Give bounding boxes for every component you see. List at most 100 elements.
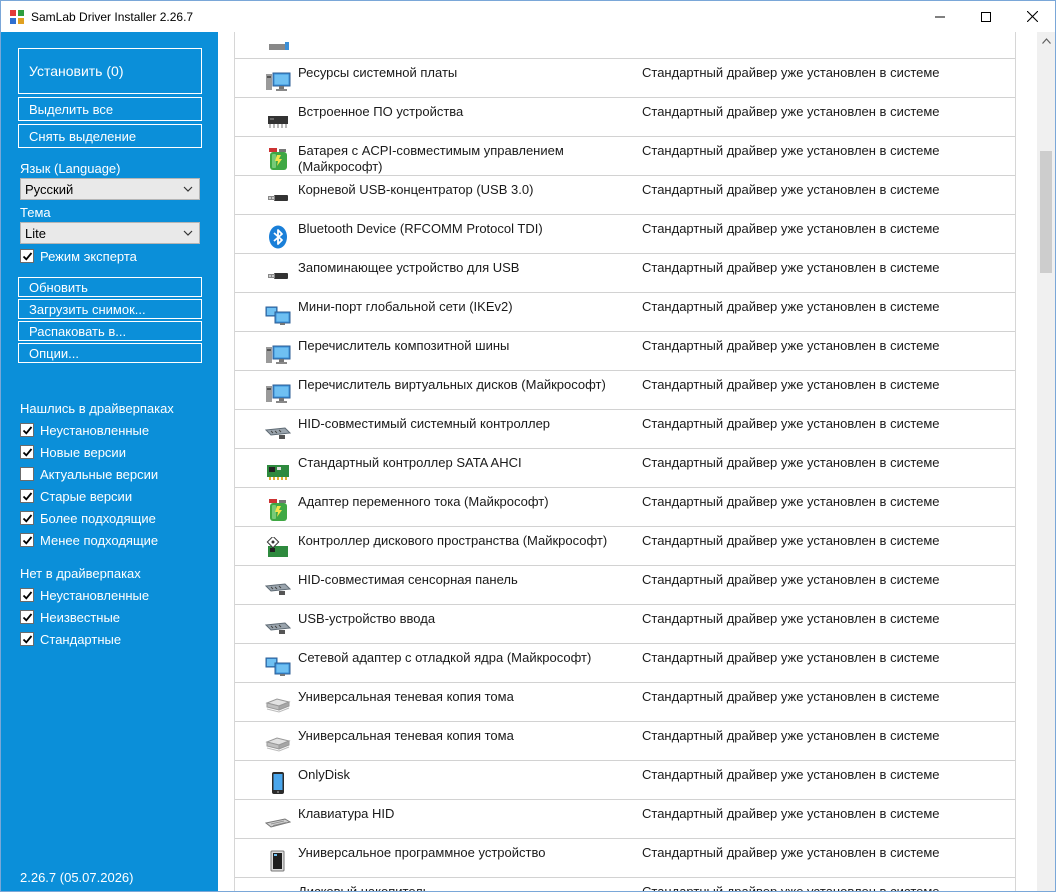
device-name: Ресурсы системной платы xyxy=(298,65,458,80)
found-filter-label: Старые версии xyxy=(40,488,133,504)
theme-value: Lite xyxy=(25,225,46,241)
language-select[interactable]: Русский xyxy=(20,178,200,200)
device-row[interactable]: HID-совместимый системный контроллер Стан… xyxy=(235,410,1015,449)
device-row[interactable]: Перечислитель виртуальных дисков (Майкро… xyxy=(235,371,1015,410)
device-row[interactable]: Универсальная теневая копия тома Стандарт… xyxy=(235,683,1015,722)
device-row[interactable]: Перечислитель композитной шины Стандартны… xyxy=(235,332,1015,371)
window-controls xyxy=(917,1,1055,32)
usb-icon xyxy=(265,264,291,288)
battery-icon xyxy=(265,498,291,522)
device-row[interactable]: OnlyDisk Стандартный драйвер уже установл… xyxy=(235,761,1015,800)
device-row[interactable]: Клавиатура HID Стандартный драйвер уже ус… xyxy=(235,800,1015,839)
checkmark-icon xyxy=(22,514,33,523)
device-row[interactable]: Сетевой адаптер с отладкой ядра (Майкрос… xyxy=(235,644,1015,683)
notfound-filter-checkbox-0[interactable]: Неустановленные xyxy=(20,586,149,604)
computer-icon xyxy=(265,69,291,93)
device-row[interactable]: USB-устройство ввода Стандартный драйвер … xyxy=(235,605,1015,644)
device-status: Стандартный драйвер уже установлен в сис… xyxy=(642,104,940,119)
device-status: Стандартный драйвер уже установлен в сис… xyxy=(642,572,940,587)
install-button[interactable]: Установить (0) xyxy=(18,48,202,94)
checkbox-box[interactable] xyxy=(20,511,34,525)
found-filter-checkbox-0[interactable]: Неустановленные xyxy=(20,421,149,439)
found-filter-checkbox-1[interactable]: Новые версии xyxy=(20,443,126,461)
device-row[interactable]: Контроллер дискового пространства (Майкр… xyxy=(235,527,1015,566)
device-row[interactable]: Адаптер переменного тока (Майкрософт) Ста… xyxy=(235,488,1015,527)
device-name: Адаптер переменного тока (Майкрософт) xyxy=(298,494,549,509)
checkbox-box[interactable] xyxy=(20,533,34,547)
found-in-driverpacks-header: Нашлись в драйверпаках xyxy=(20,401,174,416)
chip-icon xyxy=(265,108,291,132)
chevron-up-icon xyxy=(1041,37,1051,44)
notfound-filter-checkbox-2[interactable]: Стандартные xyxy=(20,630,121,648)
checkbox-box[interactable] xyxy=(20,588,34,602)
device-name: USB-устройство ввода xyxy=(298,611,436,626)
notfound-filter-label: Неизвестные xyxy=(40,609,121,625)
device-name: Клавиатура HID xyxy=(298,806,395,821)
device-row[interactable]: Универсальное программное устройство Стан… xyxy=(235,839,1015,878)
usb-icon xyxy=(265,186,291,210)
checkbox-box[interactable] xyxy=(20,489,34,503)
device-row[interactable]: Запоминающее устройство для USB Стандартн… xyxy=(235,254,1015,293)
device-row[interactable]: Встроенное ПО устройства Стандартный драй… xyxy=(235,98,1015,137)
checkmark-icon xyxy=(22,536,33,545)
device-name: Универсальная теневая копия тома xyxy=(298,728,514,743)
found-filter-checkbox-5[interactable]: Менее подходящие xyxy=(20,531,158,549)
checkbox-box[interactable] xyxy=(20,249,34,263)
scroll-up-button[interactable] xyxy=(1037,32,1055,49)
checkbox-box[interactable] xyxy=(20,467,34,481)
checkbox-box[interactable] xyxy=(20,610,34,624)
device-status: Стандартный драйвер уже установлен в сис… xyxy=(642,884,940,892)
device-row[interactable]: Ресурсы системной платы Стандартный драйв… xyxy=(235,59,1015,98)
device-row[interactable]: Корневой USB-концентратор (USB 3.0) Станд… xyxy=(235,176,1015,215)
refresh-button[interactable]: Обновить xyxy=(18,277,202,297)
device-list: Ресурсы системной платы Стандартный драйв… xyxy=(235,32,1015,892)
maximize-button[interactable] xyxy=(963,1,1009,32)
select-all-button[interactable]: Выделить все xyxy=(18,97,202,121)
device-row[interactable]: Стандартный контроллер SATA AHCI Стандарт… xyxy=(235,449,1015,488)
minimize-icon xyxy=(935,16,945,17)
device-row[interactable]: Мини-порт глобальной сети (IKEv2) Стандар… xyxy=(235,293,1015,332)
app-window: SamLab Driver Installer 2.26.7 Установит… xyxy=(0,0,1056,892)
found-filter-checkbox-4[interactable]: Более подходящие xyxy=(20,509,156,527)
language-label: Язык (Language) xyxy=(20,161,121,176)
options-button[interactable]: Опции... xyxy=(18,343,202,363)
deselect-button[interactable]: Снять выделение xyxy=(18,124,202,148)
theme-select[interactable]: Lite xyxy=(20,222,200,244)
minimize-button[interactable] xyxy=(917,1,963,32)
device-name: Bluetooth Device (RFCOMM Protocol TDI) xyxy=(298,221,543,236)
found-filter-label: Более подходящие xyxy=(40,510,156,526)
notfound-filter-checkbox-1[interactable]: Неизвестные xyxy=(20,608,120,626)
device-status: Стандартный драйвер уже установлен в сис… xyxy=(642,455,940,470)
extract-button[interactable]: Распаковать в... xyxy=(18,321,202,341)
device-row[interactable] xyxy=(235,32,1015,59)
device-row[interactable]: Bluetooth Device (RFCOMM Protocol TDI) Ст… xyxy=(235,215,1015,254)
found-filter-checkbox-2[interactable]: Актуальные версии xyxy=(20,465,158,483)
title-bar: SamLab Driver Installer 2.26.7 xyxy=(1,1,1055,32)
computer-icon xyxy=(265,342,291,366)
close-button[interactable] xyxy=(1009,1,1055,32)
maximize-icon xyxy=(981,11,991,22)
found-filter-checkbox-3[interactable]: Старые версии xyxy=(20,487,132,505)
found-filter-label: Неустановленные xyxy=(40,422,150,438)
software-device-icon xyxy=(265,849,291,873)
device-row[interactable]: Универсальная теневая копия тома Стандарт… xyxy=(235,722,1015,761)
device-name: Универсальная теневая копия тома xyxy=(298,689,514,704)
not-in-driverpacks-header: Нет в драйверпаках xyxy=(20,566,141,581)
expert-mode-checkbox[interactable]: Режим эксперта xyxy=(20,247,137,265)
portable-device-icon xyxy=(265,771,291,795)
checkmark-icon xyxy=(22,252,33,261)
checkbox-box[interactable] xyxy=(20,423,34,437)
device-row[interactable]: Батарея с ACPI-совместимым управлением (… xyxy=(235,137,1015,176)
scroll-thumb[interactable] xyxy=(1040,151,1052,273)
device-row[interactable]: Дисковый накопитель Стандартный драйвер у… xyxy=(235,878,1015,892)
checkbox-box[interactable] xyxy=(20,445,34,459)
theme-label: Тема xyxy=(20,205,51,220)
checkbox-box[interactable] xyxy=(20,632,34,646)
device-name: OnlyDisk xyxy=(298,767,351,782)
device-row[interactable]: HID-совместимая сенсорная панель Стандарт… xyxy=(235,566,1015,605)
load-snapshot-button[interactable]: Загрузить снимок... xyxy=(18,299,202,319)
sidebar: Установить (0) Выделить все Снять выделе… xyxy=(1,32,218,891)
expert-mode-label: Режим эксперта xyxy=(40,248,137,264)
vertical-scrollbar[interactable] xyxy=(1037,32,1055,891)
generic-device-icon xyxy=(265,32,291,54)
